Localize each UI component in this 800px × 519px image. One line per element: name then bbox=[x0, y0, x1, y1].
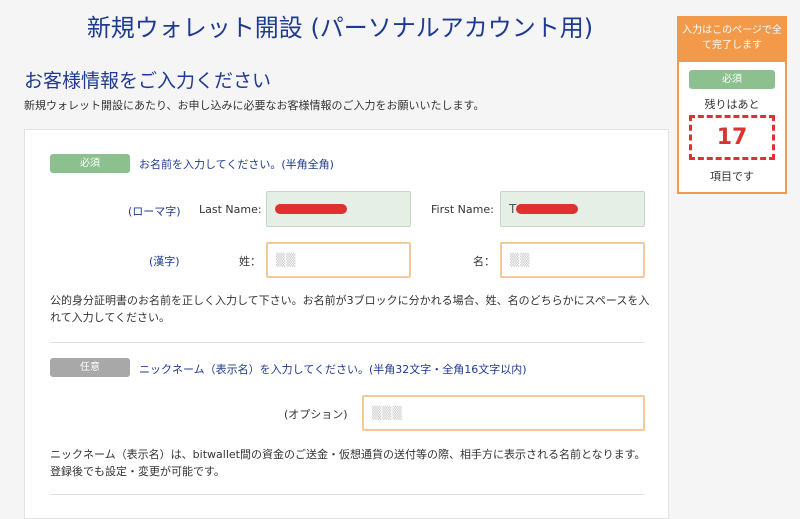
last-name-input[interactable] bbox=[266, 191, 411, 227]
page-title: 新規ウォレット開設 (パーソナルアカウント用) bbox=[86, 14, 594, 42]
sei-input[interactable]: ▒▒ bbox=[266, 242, 411, 278]
name-question-label: お名前を入力してください。(半角全角) bbox=[139, 158, 334, 171]
first-name-label: First Name: bbox=[431, 203, 494, 216]
section-description: 新規ウォレット開設にあたり、お申し込みに必要なお客様情報のご入力をお願いいたしま… bbox=[24, 99, 485, 112]
nickname-question-label: ニックネーム（表示名）を入力してください。(半角32文字・全角16文字以内) bbox=[139, 363, 527, 376]
redacted-text bbox=[275, 204, 347, 214]
option-label: (オプション) bbox=[284, 408, 348, 421]
mei-input[interactable]: ▒▒ bbox=[500, 242, 645, 278]
remaining-label: 残りはあと bbox=[704, 98, 760, 111]
nickname-input[interactable]: ▒▒▒ bbox=[362, 395, 645, 431]
remaining-count: 17 bbox=[689, 115, 775, 160]
last-name-label: Last Name: bbox=[199, 203, 262, 216]
divider bbox=[50, 342, 645, 343]
blurred-text: ▒▒ bbox=[510, 253, 531, 267]
remaining-items-panel: 入力はこのページで全て完了します 必須 残りはあと 17 項目です bbox=[677, 16, 787, 194]
sei-label: 姓： bbox=[239, 255, 261, 268]
customer-info-form: 必須 お名前を入力してください。(半角全角) (ローマ字) Last Name:… bbox=[24, 129, 669, 519]
kanji-label: (漢字) bbox=[149, 255, 180, 268]
first-name-initial: T bbox=[509, 202, 517, 216]
mei-label: 名： bbox=[473, 255, 495, 268]
roman-label: (ローマ字) bbox=[128, 205, 181, 218]
first-name-input[interactable]: T bbox=[500, 191, 645, 227]
required-badge: 必須 bbox=[689, 70, 775, 89]
optional-badge: 任意 bbox=[50, 358, 130, 377]
name-note: 公的身分証明書のお名前を正しく入力して下さい。お名前が3ブロックに分かれる場合、… bbox=[50, 294, 650, 324]
panel-header: 入力はこのページで全て完了します bbox=[679, 18, 785, 62]
required-badge: 必須 bbox=[50, 154, 130, 173]
divider bbox=[50, 494, 645, 495]
nickname-note: ニックネーム（表示名）は、bitwallet間の資金のご送金・仮想通貨の送付等の… bbox=[50, 448, 646, 478]
remaining-unit: 項目です bbox=[710, 170, 754, 183]
section-title: お客様情報をご入力ください bbox=[24, 70, 272, 92]
redacted-text bbox=[516, 204, 579, 214]
blurred-text: ▒▒ bbox=[276, 253, 297, 267]
blurred-text: ▒▒▒ bbox=[372, 406, 403, 420]
